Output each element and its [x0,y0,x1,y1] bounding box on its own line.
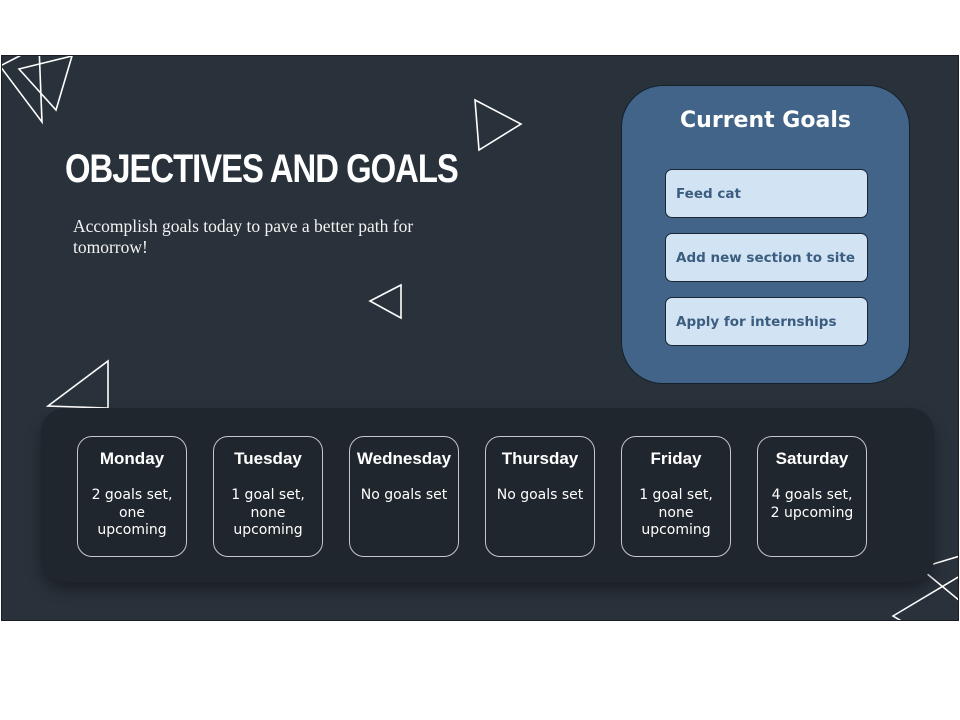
day-name: Monday [99,449,165,468]
day-card-saturday[interactable]: Saturday 4 goals set, 2 upcoming [757,436,867,557]
day-name: Tuesday [234,449,302,468]
triangle-outline-icon [368,283,402,320]
page: OBJECTIVES AND GOALS Accomplish goals to… [0,0,960,720]
triangle-outline-icon [17,56,73,112]
day-name: Friday [650,449,702,468]
day-status: 1 goal set, none upcoming [231,487,305,538]
triangle-outline-icon [45,359,109,409]
goal-item[interactable]: Apply for internships [665,297,868,346]
week-overview-panel: Monday 2 goals set, one upcoming Tuesday… [41,408,934,582]
day-status: No goals set [496,487,584,503]
day-name: Thursday [501,449,579,468]
triangle-outline-icon [2,56,43,125]
day-card-friday[interactable]: Friday 1 goal set, none upcoming [621,436,731,557]
day-status: 4 goals set, 2 upcoming [770,487,854,521]
day-status: 1 goal set, none upcoming [639,487,713,538]
triangle-outline-icon [891,576,958,620]
day-status: No goals set [360,487,448,503]
day-status: 2 goals set, one upcoming [91,487,173,538]
day-name: Saturday [775,449,849,468]
day-card-tuesday[interactable]: Tuesday 1 goal set, none upcoming [213,436,323,557]
day-card-thursday[interactable]: Thursday No goals set [485,436,595,557]
day-card-monday[interactable]: Monday 2 goals set, one upcoming [77,436,187,557]
goal-item[interactable]: Add new section to site [665,233,868,282]
slide: OBJECTIVES AND GOALS Accomplish goals to… [1,55,959,621]
current-goals-panel: Current Goals Feed cat Add new section t… [621,85,910,384]
goal-item[interactable]: Feed cat [665,169,868,218]
page-subtitle: Accomplish goals today to pave a better … [73,216,414,257]
current-goals-title: Current Goals [680,108,851,133]
day-card-wednesday[interactable]: Wednesday No goals set [349,436,459,557]
day-name: Wednesday [356,449,452,468]
triangle-outline-icon [474,98,523,152]
page-title: OBJECTIVES AND GOALS [65,147,459,191]
